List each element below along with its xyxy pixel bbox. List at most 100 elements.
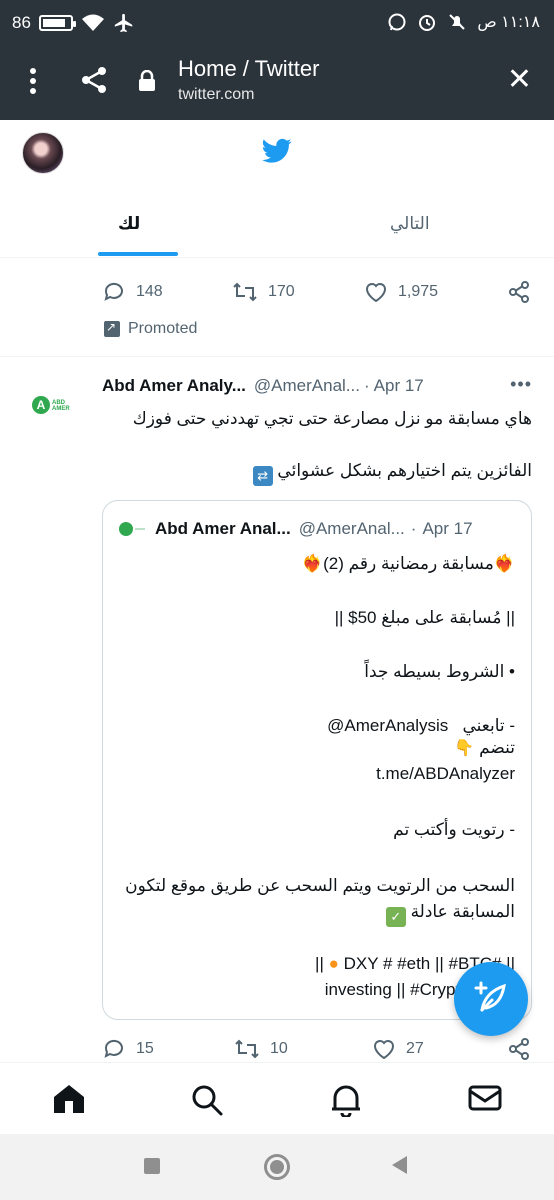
tweet-date[interactable]: Apr 17 [374, 376, 424, 396]
quote-line-9: المسابقة عادلة ✓ [115, 901, 515, 927]
timeline-tabs: لك التالي [0, 200, 554, 258]
tweet-author-handle[interactable]: @AmerAnal... [254, 376, 360, 396]
battery-icon [38, 15, 76, 31]
tweet-separator: · [363, 376, 370, 395]
overflow-menu-icon[interactable] [22, 66, 44, 96]
quote-header: Abd Amer Anal... @AmerAnal... · Apr 17 [119, 519, 519, 539]
reply-button[interactable]: 15 [102, 1037, 154, 1061]
compose-tweet-button[interactable] [454, 962, 528, 1036]
status-bar: 86 ١١:١٨ ص [0, 0, 554, 46]
tweet-author-name[interactable]: Abd Amer Analy... [102, 376, 246, 396]
share-icon [509, 1038, 529, 1060]
check-mark-emoji-icon: ✓ [385, 907, 406, 927]
fire-heart-emoji-icon: ❤️‍🔥 [301, 554, 324, 573]
battery-percent: 86 [12, 13, 31, 32]
reply-count: 15 [136, 1040, 154, 1057]
quote-author-handle: @AmerAnal... [298, 519, 405, 538]
promoted-text: Promoted [128, 320, 198, 337]
retweet-button[interactable]: 170 [232, 280, 295, 304]
clock: ١١:١٨ ص [477, 14, 540, 31]
tweet-text-line-1: هاي مسابقة مو نزل مصارعة حتى تجي تهددني … [132, 409, 532, 428]
home-button[interactable] [264, 1154, 290, 1180]
promoted-tweet-actions: 148 170 1,975 [100, 277, 534, 307]
browser-custom-tab-bar: Home / Twitter twitter.com ✕ [0, 46, 554, 120]
close-icon[interactable]: ✕ [507, 65, 532, 95]
quote-telegram-link[interactable]: t.me/ABDAnalyzer [115, 763, 515, 785]
retweet-button[interactable]: 10 [234, 1037, 288, 1061]
tweet-text-line-2: الفائزين يتم اختيارهم بشكل عشوائي [277, 461, 532, 480]
quote-line-7: - رتويت وأكتب تم [393, 820, 515, 839]
shuffle-emoji-icon: ⇄ [252, 466, 273, 486]
quote-tweet[interactable]: Abd Amer Anal... @AmerAnal... · Apr 17 ❤… [102, 500, 532, 1020]
like-count: 1,975 [398, 283, 439, 300]
quote-hashtags-1[interactable]: || #DXY # #eth || #BTC ● || [115, 953, 515, 975]
quote-line-2: || مُسابقة على مبلغ 50$ || [334, 608, 515, 627]
mute-icon [449, 14, 466, 30]
quote-follow-text: - تابعني [462, 716, 515, 735]
share-button[interactable] [508, 281, 530, 303]
tweet-text-line-2-wrap: الفائزين يتم اختيارهم بشكل عشوائي ⇄ [102, 460, 532, 486]
quote-line-3: • الشروط بسيطه جداً [364, 662, 515, 681]
promoted-icon [104, 320, 120, 337]
avatar-logo-text: ABD AMER [52, 400, 70, 412]
active-tab-indicator [98, 252, 178, 256]
coin-emoji-icon: ● [328, 954, 339, 973]
tweet-header: Abd Amer Analy... @AmerAnal... · Apr 17 … [102, 374, 532, 396]
compose-icon [474, 981, 506, 1012]
quote-author-avatar [119, 522, 145, 536]
tweet-actions: 15 10 27 [100, 1034, 534, 1064]
abd-amer-logo-icon: A [32, 396, 50, 414]
share-icon[interactable] [78, 64, 110, 96]
quote-line-title: ❤️‍🔥مسابقة رمضانية رقم (2)❤️‍🔥 [115, 553, 515, 575]
quote-join-text: تنضم [479, 738, 515, 757]
twitter-bird-icon[interactable] [262, 138, 292, 164]
retweet-count: 10 [270, 1040, 288, 1057]
promoted-label: Promoted [104, 320, 197, 338]
share-icon [509, 281, 529, 303]
status-left: 86 [12, 12, 135, 34]
airplane-icon [114, 13, 133, 33]
tweet-author-avatar[interactable]: A ABD AMER [20, 382, 74, 436]
reply-button[interactable]: 148 [102, 280, 163, 304]
notifications-icon[interactable] [330, 1083, 362, 1117]
tab-following[interactable]: التالي [390, 214, 430, 234]
quote-author-name: Abd Amer Anal... [155, 519, 291, 538]
share-button[interactable] [508, 1038, 530, 1060]
more-options-icon[interactable]: ••• [510, 374, 532, 395]
battery-fill [42, 19, 66, 27]
wifi-icon [81, 14, 104, 31]
system-navigation-bar [0, 1134, 554, 1200]
quote-fair-text: المسابقة عادلة [410, 902, 515, 921]
status-right: ١١:١٨ ص [387, 12, 540, 32]
retweet-icon [235, 1039, 259, 1059]
reply-icon [104, 282, 123, 301]
tweet-divider [0, 356, 554, 357]
quote-line-1: مسابقة رمضانية رقم (2) [323, 554, 494, 573]
home-icon[interactable] [52, 1083, 86, 1115]
alarm-icon [419, 15, 436, 31]
quote-mention-link[interactable]: @AmerAnalysis [327, 716, 448, 735]
quote-line-5: تنضم 👇 [115, 737, 515, 760]
messages-icon[interactable] [468, 1083, 502, 1113]
quote-separator: · [410, 519, 417, 538]
quote-line-4: - تابعني @AmerAnalysis [115, 715, 515, 737]
pointing-down-emoji-icon: 👇 [454, 740, 475, 757]
quote-line-8: السحب من الرتويت ويتم السحب عن طريق موقع… [125, 876, 515, 895]
back-button[interactable] [392, 1156, 407, 1174]
twitter-header: لك التالي [0, 120, 554, 258]
recents-button[interactable] [144, 1158, 160, 1174]
tab-for-you[interactable]: لك [118, 214, 140, 234]
page-title: Home / Twitter [178, 56, 320, 81]
fire-heart-emoji-icon: ❤️‍🔥 [493, 554, 515, 573]
bottom-navigation [0, 1062, 554, 1134]
like-icon [373, 1040, 395, 1060]
like-icon [365, 283, 387, 303]
reply-count: 148 [136, 283, 163, 300]
like-button[interactable]: 27 [372, 1037, 424, 1061]
user-avatar[interactable] [22, 132, 64, 174]
reply-icon [104, 1039, 123, 1058]
retweet-count: 170 [268, 283, 295, 300]
lock-icon [139, 70, 155, 91]
like-button[interactable]: 1,975 [364, 280, 438, 304]
search-icon[interactable] [190, 1083, 224, 1117]
